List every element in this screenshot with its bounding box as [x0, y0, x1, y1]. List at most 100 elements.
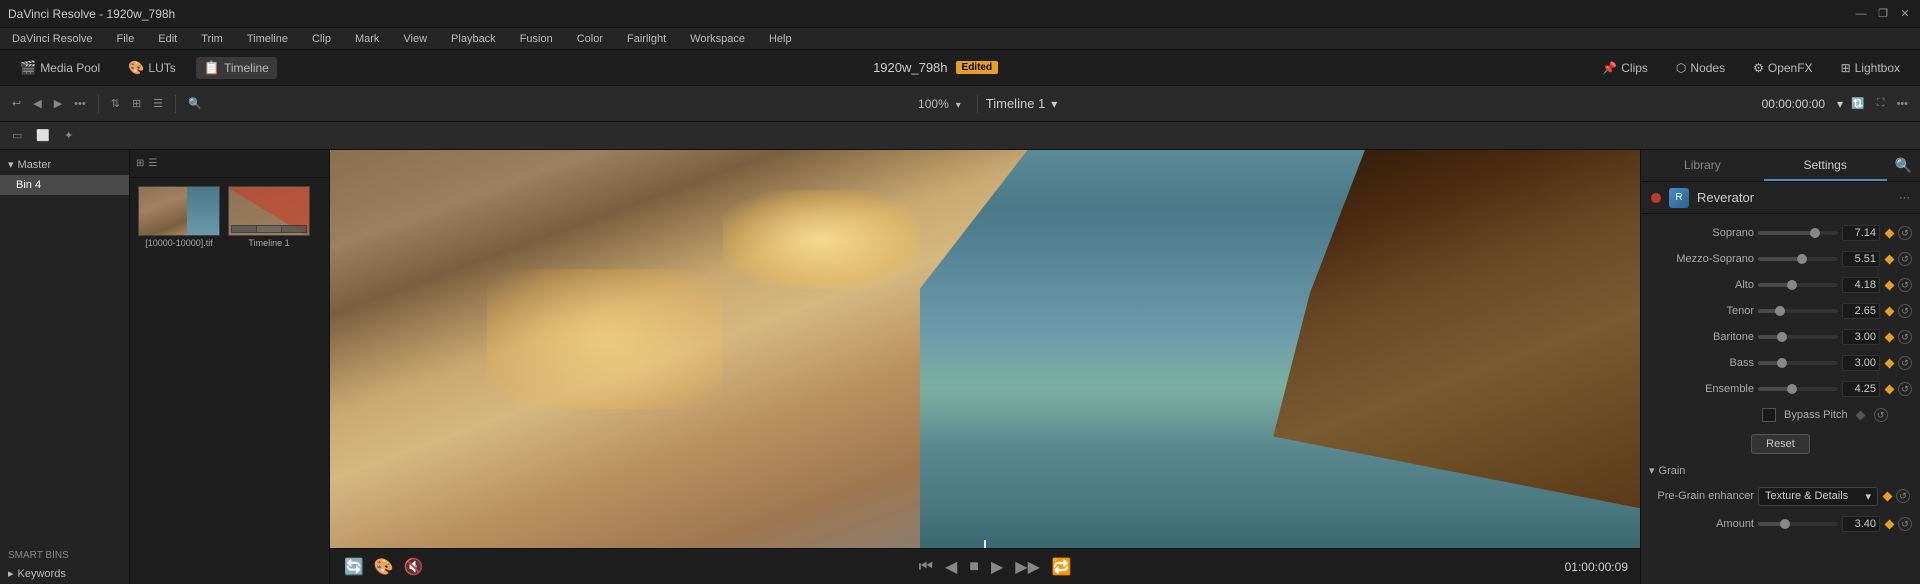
pregrain-reset[interactable]: ↺ [1896, 489, 1910, 503]
amount-thumb[interactable] [1780, 519, 1790, 529]
timeline-nav[interactable]: 📋 Timeline [196, 57, 277, 79]
media-pool-nav[interactable]: 🎬 Media Pool [12, 57, 108, 79]
amount-keyframe[interactable] [1884, 519, 1894, 529]
clip-tool-2[interactable]: ⬜ [32, 127, 54, 144]
sidebar-item-bin4[interactable]: Bin 4 [0, 175, 129, 195]
amount-value[interactable]: 3.40 [1842, 516, 1880, 532]
soprano-reset[interactable]: ↺ [1898, 226, 1912, 240]
menu-fairlight[interactable]: Fairlight [623, 31, 670, 47]
ensemble-thumb[interactable] [1787, 384, 1797, 394]
bass-value[interactable]: 3.00 [1842, 355, 1880, 371]
soprano-slider[interactable] [1758, 231, 1838, 235]
alto-reset[interactable]: ↺ [1898, 278, 1912, 292]
baritone-slider[interactable] [1758, 335, 1838, 339]
bypass-pitch-checkbox[interactable] [1762, 408, 1776, 422]
ensemble-slider[interactable] [1758, 387, 1838, 391]
bass-keyframe[interactable] [1884, 358, 1894, 368]
loop-button[interactable]: 🔁 [1050, 555, 1074, 579]
lightbox-nav[interactable]: ⊞ Lightbox [1833, 58, 1908, 78]
panel-search-icon[interactable]: 🔍 [1895, 157, 1912, 174]
baritone-value[interactable]: 3.00 [1842, 329, 1880, 345]
minimize-button[interactable]: — [1854, 7, 1868, 21]
menu-help[interactable]: Help [765, 31, 796, 47]
clips-nav[interactable]: 📌 Clips [1594, 58, 1656, 78]
media-item-timeline[interactable]: Timeline 1 [228, 186, 310, 248]
alto-slider[interactable] [1758, 283, 1838, 287]
grain-section-header[interactable]: Grain [1641, 460, 1920, 481]
baritone-thumb[interactable] [1777, 332, 1787, 342]
more-options-button[interactable]: ••• [70, 96, 90, 112]
menu-file[interactable]: File [113, 31, 139, 47]
alto-keyframe[interactable] [1884, 280, 1894, 290]
clip-tool-1[interactable]: ▭ [8, 127, 26, 144]
timeline-dropdown-icon[interactable]: ▾ [1051, 97, 1057, 111]
menu-workspace[interactable]: Workspace [686, 31, 749, 47]
baritone-keyframe[interactable] [1884, 332, 1894, 342]
tab-library[interactable]: Library [1641, 150, 1764, 181]
mezzo-keyframe[interactable] [1884, 254, 1894, 264]
search-button[interactable]: 🔍 [184, 95, 206, 112]
soprano-value[interactable]: 7.14 [1842, 225, 1880, 241]
alto-value[interactable]: 4.18 [1842, 277, 1880, 293]
loop-button[interactable]: 🔃 [1847, 95, 1869, 112]
tenor-reset[interactable]: ↺ [1898, 304, 1912, 318]
menu-davinci-resolve[interactable]: DaVinci Resolve [8, 31, 97, 47]
viewer-fx-button[interactable]: 🔄 [342, 555, 366, 579]
baritone-reset[interactable]: ↺ [1898, 330, 1912, 344]
openfx-nav[interactable]: ⚙ OpenFX [1745, 58, 1820, 78]
nav-back-button[interactable]: ◀ [29, 95, 45, 112]
sidebar-master-section[interactable]: Master [0, 154, 129, 175]
mezzo-reset[interactable]: ↺ [1898, 252, 1912, 266]
mp-tool-2[interactable]: ☰ [148, 158, 157, 169]
soprano-thumb[interactable] [1810, 228, 1820, 238]
restore-button[interactable]: ❐ [1876, 7, 1890, 21]
menu-trim[interactable]: Trim [197, 31, 227, 47]
prev-frame-button[interactable]: ◀ [943, 555, 959, 579]
mp-tool-1[interactable]: ⊞ [136, 158, 144, 169]
ensemble-keyframe[interactable] [1884, 384, 1894, 394]
go-start-button[interactable]: ⏮ [917, 556, 935, 578]
sidebar-keywords[interactable]: Keywords [0, 563, 129, 584]
mezzo-value[interactable]: 5.51 [1842, 251, 1880, 267]
tenor-slider[interactable] [1758, 309, 1838, 313]
play-button[interactable]: ▶ [989, 555, 1005, 579]
bypass-keyframe[interactable] [1856, 410, 1866, 420]
bass-reset[interactable]: ↺ [1898, 356, 1912, 370]
menu-view[interactable]: View [399, 31, 431, 47]
timecode-dropdown-icon[interactable]: ▾ [1837, 97, 1843, 111]
menu-fusion[interactable]: Fusion [516, 31, 557, 47]
nav-fwd-button[interactable]: ▶ [50, 95, 66, 112]
bypass-reset[interactable]: ↺ [1874, 408, 1888, 422]
pregrain-dropdown[interactable]: Texture & Details ▾ [1758, 487, 1878, 506]
next-frame-button[interactable]: ▶▶ [1013, 555, 1042, 579]
amount-slider[interactable] [1758, 522, 1838, 526]
clip-tool-3[interactable]: ✦ [60, 127, 77, 144]
mezzo-thumb[interactable] [1797, 254, 1807, 264]
fullscreen-button[interactable]: ⛶ [1873, 95, 1889, 112]
ensemble-value[interactable]: 4.25 [1842, 381, 1880, 397]
stop-button[interactable]: ■ [967, 556, 981, 578]
mezzo-slider[interactable] [1758, 257, 1838, 261]
close-button[interactable]: ✕ [1898, 7, 1912, 21]
menu-clip[interactable]: Clip [308, 31, 335, 47]
media-item-tif[interactable]: [10000-10000].tif [138, 186, 220, 248]
tenor-keyframe[interactable] [1884, 306, 1894, 316]
nodes-nav[interactable]: ⬡ Nodes [1668, 58, 1733, 78]
pregrain-keyframe[interactable] [1882, 491, 1892, 501]
tenor-thumb[interactable] [1775, 306, 1785, 316]
reset-button[interactable]: Reset [1751, 434, 1810, 454]
menu-edit[interactable]: Edit [154, 31, 181, 47]
fx-expand-icon[interactable]: ⋯ [1899, 191, 1910, 204]
bass-slider[interactable] [1758, 361, 1838, 365]
alto-thumb[interactable] [1787, 280, 1797, 290]
list-view-button[interactable]: ☰ [149, 95, 167, 112]
undo-button[interactable]: ↩ [8, 95, 25, 112]
grid-view-button[interactable]: ⊞ [128, 95, 145, 112]
more-options-btn2[interactable]: ••• [1892, 96, 1912, 112]
ensemble-reset[interactable]: ↺ [1898, 382, 1912, 396]
sort-button[interactable]: ⇅ [107, 95, 124, 112]
menu-mark[interactable]: Mark [351, 31, 383, 47]
amount-reset[interactable]: ↺ [1898, 517, 1912, 531]
luts-nav[interactable]: 🎨 LUTs [120, 57, 184, 79]
viewer-audio-button[interactable]: 🔇 [402, 555, 426, 579]
